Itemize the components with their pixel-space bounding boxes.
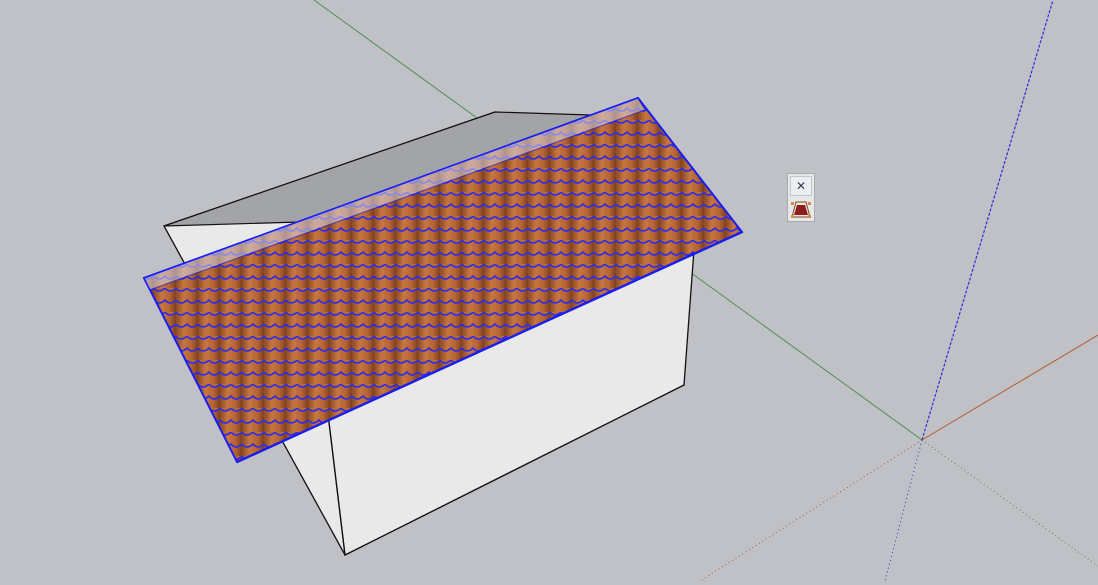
- scene-canvas[interactable]: [0, 0, 1098, 582]
- red-axis-line: [921, 334, 1098, 441]
- modeling-viewport[interactable]: [0, 0, 1098, 582]
- green-axis-negative-line: [921, 439, 1098, 567]
- blue-axis-negative-line: [884, 439, 923, 582]
- roof-tile-tool-icon: [791, 201, 811, 218]
- floating-toolbar: ✕: [787, 173, 815, 222]
- close-toolbar-button[interactable]: ✕: [790, 176, 812, 196]
- red-axis-negative-line: [699, 439, 923, 582]
- roof-tile-tool-button[interactable]: [790, 199, 812, 220]
